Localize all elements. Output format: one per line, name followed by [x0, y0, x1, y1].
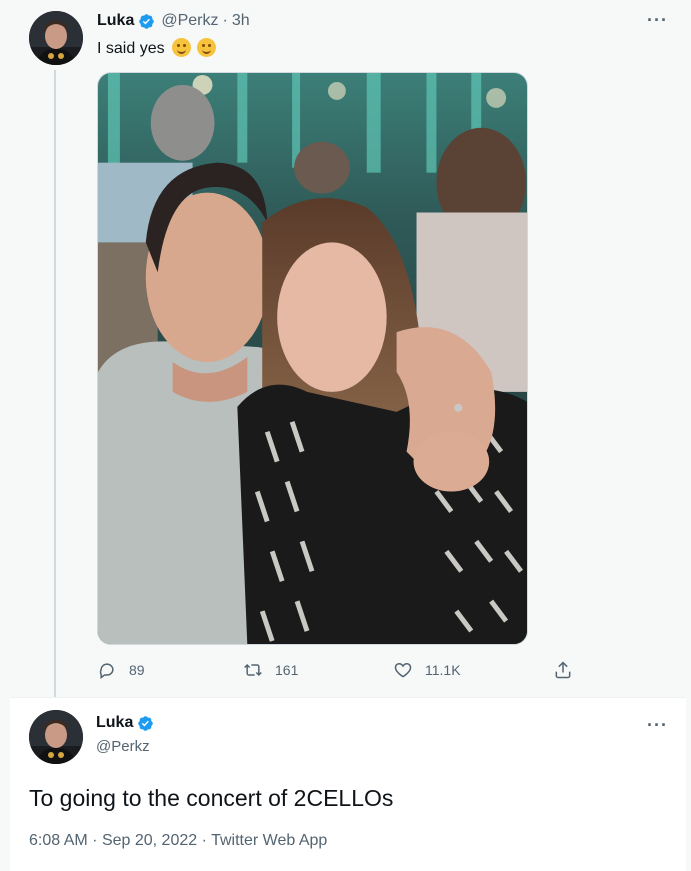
- avatar-image: [29, 710, 83, 764]
- retweet-button[interactable]: 161: [243, 660, 298, 680]
- tweet-text-content: I said yes: [97, 40, 165, 57]
- more-options-icon[interactable]: ···: [647, 11, 668, 29]
- separator-dot: ·: [92, 832, 98, 849]
- retweet-icon: [244, 663, 262, 677]
- tweet-source[interactable]: Twitter Web App: [211, 832, 327, 849]
- like-button[interactable]: 11.1K: [393, 660, 461, 680]
- display-name[interactable]: Luka: [96, 714, 133, 732]
- verified-badge-icon: [138, 715, 154, 731]
- avatar[interactable]: [29, 11, 83, 65]
- avatar[interactable]: [29, 710, 83, 764]
- handle[interactable]: @Perkz: [161, 12, 218, 30]
- tweet-text: To going to the concert of 2CELLOs: [29, 785, 394, 811]
- tweet-focused-post[interactable]: Luka @Perkz ··· To going to the concert …: [10, 698, 686, 871]
- tweet-photo-post[interactable]: Luka @Perkz · 3h ··· I said yes 89 161 1…: [0, 0, 691, 705]
- relative-time[interactable]: 3h: [232, 12, 250, 30]
- avatar-image: [29, 11, 83, 65]
- separator-dot: ·: [222, 12, 228, 29]
- tweet-meta: 6:08 AM · Sep 20, 2022 · Twitter Web App: [29, 832, 327, 850]
- separator-dot: ·: [201, 832, 207, 849]
- tweet-author: Luka: [96, 714, 160, 732]
- tweet-time[interactable]: 6:08 AM: [29, 832, 88, 849]
- photo-image: [98, 73, 527, 644]
- tweet-actions: 89 161 11.1K: [97, 660, 577, 684]
- retweet-count: 161: [275, 662, 299, 678]
- hugging-face-emoji-icon: [172, 38, 192, 57]
- tweet-date[interactable]: Sep 20, 2022: [102, 832, 197, 849]
- reply-count: 89: [129, 662, 145, 678]
- verified-badge-icon: [139, 13, 155, 29]
- share-button[interactable]: [553, 660, 573, 680]
- more-options-icon[interactable]: ···: [647, 716, 668, 734]
- hugging-face-emoji-icon: [196, 38, 216, 57]
- reply-button[interactable]: 89: [97, 660, 145, 680]
- tweet-text: I said yes: [97, 38, 216, 58]
- tweet-header: Luka @Perkz · 3h: [97, 12, 250, 30]
- reply-icon: [99, 663, 114, 679]
- handle[interactable]: @Perkz: [96, 738, 150, 755]
- share-icon: [555, 661, 571, 679]
- heart-icon: [394, 662, 412, 678]
- like-count: 11.1K: [425, 662, 461, 678]
- thread-line: [54, 70, 56, 705]
- tweet-photo[interactable]: [97, 72, 528, 645]
- display-name[interactable]: Luka: [97, 12, 134, 30]
